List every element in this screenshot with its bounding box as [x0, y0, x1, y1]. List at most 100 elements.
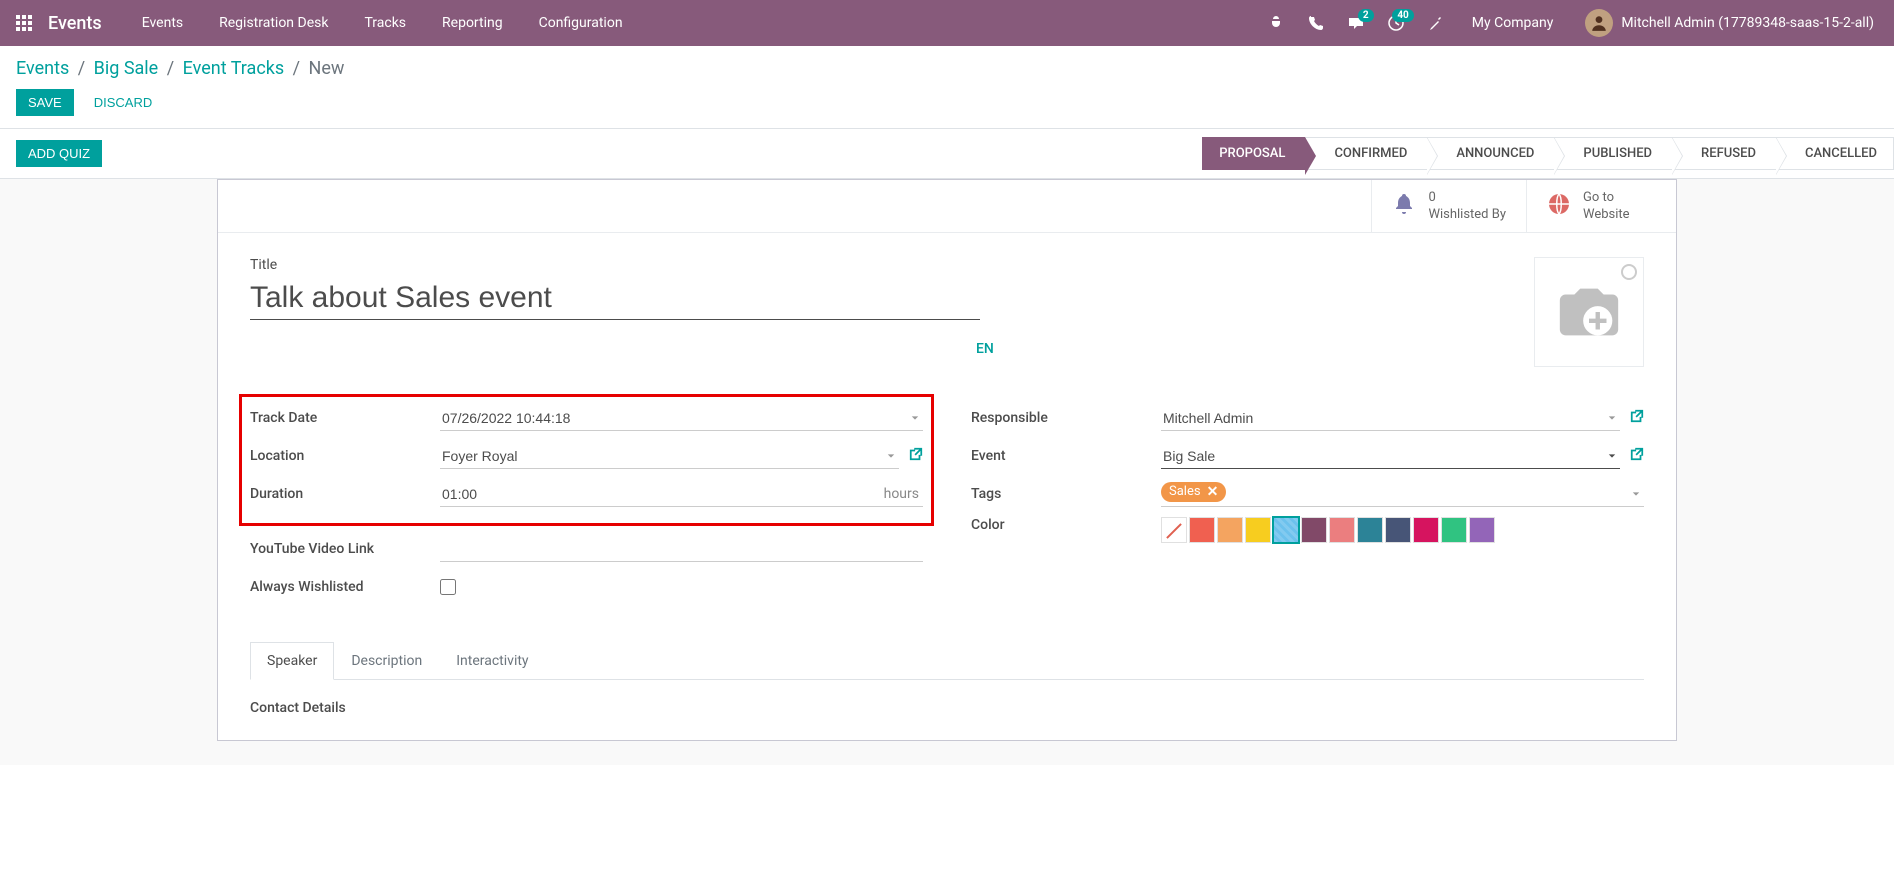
color-swatch-6[interactable]: [1329, 517, 1355, 543]
status-refused[interactable]: REFUSED: [1672, 137, 1776, 170]
website-line2: Website: [1583, 207, 1630, 222]
nav-item-tracks[interactable]: Tracks: [348, 3, 422, 43]
control-panel: Events / Big Sale / Event Tracks / New S…: [0, 46, 1894, 129]
status-published[interactable]: PUBLISHED: [1554, 137, 1672, 170]
color-picker: [1161, 517, 1495, 543]
form-sheet-bg: 0 Wishlisted By Go to Website Title: [0, 179, 1894, 765]
website-line1: Go to: [1583, 190, 1630, 205]
go-to-website-button[interactable]: Go to Website: [1526, 180, 1676, 232]
breadcrumb: Events / Big Sale / Event Tracks / New: [16, 58, 1878, 79]
color-swatch-1[interactable]: [1189, 517, 1215, 543]
tab-description[interactable]: Description: [334, 642, 439, 680]
save-button[interactable]: SAVE: [16, 89, 74, 116]
external-link-icon[interactable]: [1630, 447, 1644, 465]
debug-icon[interactable]: [1260, 7, 1292, 39]
tag-remove-icon[interactable]: ✕: [1207, 484, 1219, 500]
status-announced[interactable]: ANNOUNCED: [1427, 137, 1554, 170]
activities-icon[interactable]: 40: [1380, 7, 1412, 39]
status-cancelled[interactable]: CANCELLED: [1776, 137, 1894, 170]
color-swatch-11[interactable]: [1469, 517, 1495, 543]
color-swatch-7[interactable]: [1357, 517, 1383, 543]
always-wishlisted-label: Always Wishlisted: [250, 579, 440, 595]
lang-indicator[interactable]: EN: [976, 341, 994, 357]
color-label: Color: [971, 517, 1161, 533]
statusbar-row: ADD QUIZ PROPOSAL CONFIRMED ANNOUNCED PU…: [0, 129, 1894, 179]
user-name: Mitchell Admin (17789348-saas-15-2-all): [1621, 15, 1874, 31]
tab-interactivity[interactable]: Interactivity: [439, 642, 545, 680]
add-quiz-button[interactable]: ADD QUIZ: [16, 140, 102, 167]
statusbar: PROPOSAL CONFIRMED ANNOUNCED PUBLISHED R…: [1202, 137, 1894, 170]
breadcrumb-big-sale[interactable]: Big Sale: [94, 58, 159, 79]
color-swatch-4[interactable]: [1273, 517, 1299, 543]
duration-suffix: hours: [884, 486, 919, 502]
phone-icon[interactable]: [1300, 7, 1332, 39]
breadcrumb-current: New: [309, 58, 345, 79]
track-date-input[interactable]: [440, 406, 923, 431]
title-section: Title EN: [250, 257, 1644, 367]
external-link-icon[interactable]: [909, 447, 923, 465]
color-swatch-9[interactable]: [1413, 517, 1439, 543]
tab-speaker[interactable]: Speaker: [250, 642, 334, 680]
top-navbar: Events Events Registration Desk Tracks R…: [0, 0, 1894, 46]
duration-label: Duration: [250, 486, 440, 502]
responsible-label: Responsible: [971, 410, 1161, 426]
chevron-down-icon: [1632, 486, 1640, 502]
color-swatch-8[interactable]: [1385, 517, 1411, 543]
nav-item-events[interactable]: Events: [126, 3, 199, 43]
messaging-icon[interactable]: 2: [1340, 7, 1372, 39]
color-swatch-0[interactable]: [1161, 517, 1187, 543]
activities-badge: 40: [1392, 9, 1413, 22]
breadcrumb-events[interactable]: Events: [16, 58, 69, 79]
responsible-input[interactable]: [1161, 406, 1620, 431]
avatar: [1585, 9, 1613, 37]
color-swatch-2[interactable]: [1217, 517, 1243, 543]
location-label: Location: [250, 448, 440, 464]
nav-item-configuration[interactable]: Configuration: [523, 3, 639, 43]
breadcrumb-event-tracks[interactable]: Event Tracks: [183, 58, 285, 79]
messaging-badge: 2: [1358, 9, 1374, 22]
wishlist-label: Wishlisted By: [1428, 207, 1506, 222]
nav-item-reporting[interactable]: Reporting: [426, 3, 519, 43]
contact-details-heading: Contact Details: [250, 700, 1644, 716]
tags-label: Tags: [971, 486, 1161, 502]
external-link-icon[interactable]: [1630, 409, 1644, 427]
discard-button[interactable]: DISCARD: [82, 89, 165, 116]
track-date-label: Track Date: [250, 410, 440, 426]
color-swatch-5[interactable]: [1301, 517, 1327, 543]
fields-row: Track Date Location: [250, 403, 1644, 610]
tabs: Speaker Description Interactivity: [250, 642, 1644, 680]
always-wishlisted-checkbox[interactable]: [440, 579, 456, 595]
tag-label: Sales: [1169, 484, 1201, 499]
status-confirmed[interactable]: CONFIRMED: [1305, 137, 1427, 170]
image-indicator: [1621, 264, 1637, 280]
youtube-label: YouTube Video Link: [250, 541, 440, 557]
color-swatch-3[interactable]: [1245, 517, 1271, 543]
user-menu[interactable]: Mitchell Admin (17789348-saas-15-2-all): [1573, 3, 1886, 43]
fields-col-left: Track Date Location: [250, 403, 923, 610]
title-input[interactable]: [250, 277, 980, 320]
event-label: Event: [971, 448, 1161, 464]
fields-col-right: Responsible Event: [971, 403, 1644, 610]
form-sheet: 0 Wishlisted By Go to Website Title: [217, 179, 1677, 741]
youtube-input[interactable]: [440, 537, 923, 562]
duration-input[interactable]: [440, 482, 923, 507]
bell-icon: [1392, 192, 1416, 220]
nav-item-registration[interactable]: Registration Desk: [203, 3, 344, 43]
button-box: 0 Wishlisted By Go to Website: [218, 180, 1676, 233]
apps-icon[interactable]: [8, 7, 40, 39]
wishlisted-by-button[interactable]: 0 Wishlisted By: [1371, 180, 1526, 232]
wishlist-count: 0: [1428, 190, 1506, 205]
event-input[interactable]: [1161, 444, 1620, 469]
status-proposal[interactable]: PROPOSAL: [1202, 137, 1305, 170]
app-brand[interactable]: Events: [48, 13, 102, 34]
tag-chip[interactable]: Sales ✕: [1161, 482, 1226, 502]
title-label: Title: [250, 257, 980, 273]
image-upload[interactable]: [1534, 257, 1644, 367]
highlight-box: Track Date Location: [239, 394, 934, 526]
form-actions: SAVE DISCARD: [16, 89, 1878, 116]
tools-icon[interactable]: [1420, 7, 1452, 39]
company-selector[interactable]: My Company: [1460, 3, 1566, 43]
color-swatch-10[interactable]: [1441, 517, 1467, 543]
location-input[interactable]: [440, 444, 899, 469]
nav-menu: Events Registration Desk Tracks Reportin…: [126, 3, 639, 43]
